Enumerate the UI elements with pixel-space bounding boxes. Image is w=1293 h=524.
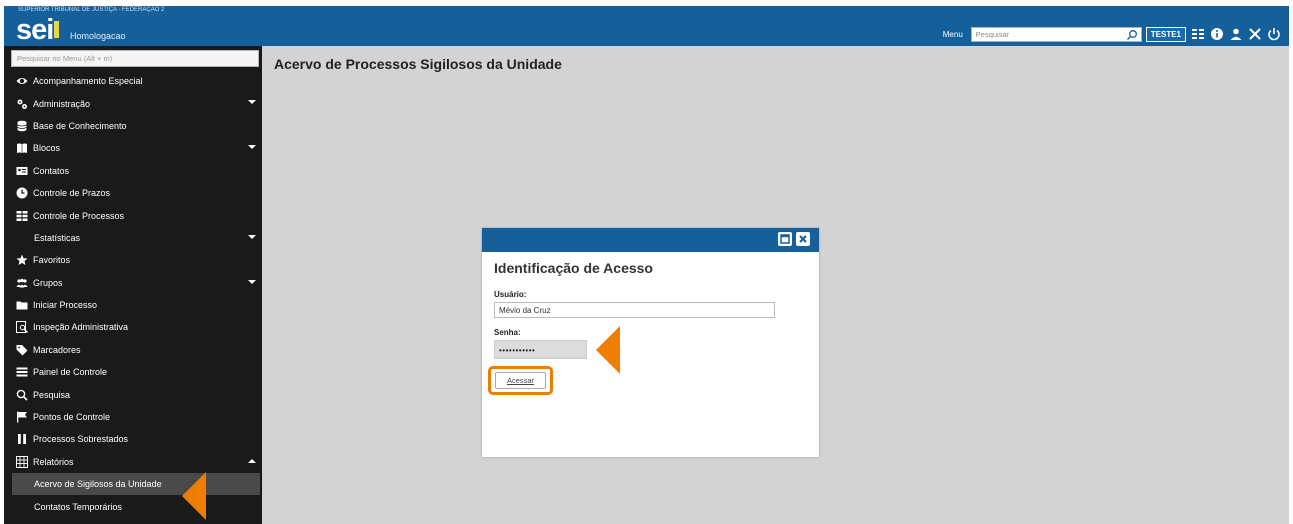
books-icon: [16, 142, 28, 154]
org-name: SUPERIOR TRIBUNAL DE JUSTIÇA - FEDERAÇÃO…: [18, 7, 165, 13]
search-icon: [16, 389, 28, 401]
sidebar-item-acervo-de-sigilosos-da-unidade[interactable]: Acervo de Sigilosos da Unidade: [12, 473, 260, 496]
submit-button[interactable]: Acessar: [495, 372, 546, 389]
sidebar-item-label: Controle de Prazos: [33, 188, 111, 199]
users-icon: [16, 277, 28, 289]
dialog-title: Identificação de Acesso: [494, 260, 653, 276]
chevron-down-icon[interactable]: [248, 279, 256, 284]
sidebar-item-administracao[interactable]: Administração: [4, 92, 262, 114]
sidebar-item-label: Painel de Controle: [33, 367, 108, 378]
chevron-up-icon[interactable]: [248, 458, 256, 463]
eye-icon: [16, 75, 28, 87]
sidebar-item-label: Iniciar Processo: [33, 300, 98, 311]
sidebar-item-label: Administração: [33, 98, 91, 109]
sidebar-item-relatorios[interactable]: Relatórios: [4, 451, 262, 473]
sidebar-item-contatos[interactable]: Contatos: [4, 160, 262, 182]
password-field[interactable]: •••••••••••: [494, 340, 587, 359]
sidebar-item-base-de-conhecimento[interactable]: Base de Conhecimento: [4, 115, 262, 137]
sidebar-item-controle-de-processos[interactable]: Controle de Processos: [4, 204, 262, 226]
info-icon[interactable]: [1210, 27, 1224, 41]
user-field[interactable]: Mévio da Cruz: [494, 302, 775, 318]
header-tools: Menu Pesquisar TESTE1: [943, 26, 1281, 42]
search-placeholder: Pesquisar: [975, 29, 1010, 39]
flag-icon: [16, 411, 28, 423]
menu-search-input[interactable]: Pesquisar no Menu (Alt + m): [11, 50, 259, 67]
gears-icon: [16, 98, 28, 110]
sidebar-item-label: Controle de Processos: [33, 210, 125, 221]
sidebar-item-acompanhamento-especial[interactable]: Acompanhamento Especial: [4, 70, 262, 92]
sidebar-item-favoritos[interactable]: Favoritos: [4, 249, 262, 271]
sidebar: Pesquisar no Menu (Alt + m) Acompanhamen…: [4, 46, 262, 524]
inspect-icon: [16, 321, 28, 334]
sidebar-item-processos-sobrestados[interactable]: Processos Sobrestados: [4, 428, 262, 450]
sei-logo[interactable]: sei: [16, 16, 60, 45]
table-icon: [16, 455, 28, 468]
sidebar-item-painel-de-controle[interactable]: Painel de Controle: [4, 361, 262, 383]
sidebar-item-label: Contatos Temporários: [34, 501, 122, 512]
top-header: SUPERIOR TRIBUNAL DE JUSTIÇA - FEDERAÇÃO…: [4, 6, 1289, 46]
sidebar-item-marcadores[interactable]: Marcadores: [4, 339, 262, 361]
sidebar-item-controle-de-prazos[interactable]: Controle de Prazos: [4, 182, 262, 204]
contact-card-icon: [16, 165, 28, 177]
pointer-arrow-password: [596, 326, 620, 374]
sidebar-item-label: Processos Sobrestados: [33, 434, 129, 445]
sidebar-item-blocos[interactable]: Blocos: [4, 137, 262, 159]
sidebar-item-label: Inspeção Administrativa: [33, 322, 129, 333]
sidebar-item-label: Acompanhamento Especial: [33, 76, 143, 87]
dialog-titlebar: [482, 228, 819, 252]
sidebar-item-label: Contatos: [33, 165, 70, 176]
star-icon: [16, 254, 28, 266]
chevron-down-icon[interactable]: [248, 234, 256, 239]
password-label: Senha:: [494, 328, 521, 337]
sidebar-item-label: Pontos de Controle: [33, 412, 111, 423]
sidebar-item-label: Relatórios: [33, 456, 74, 467]
folder-icon: [16, 299, 28, 311]
pointer-arrow-menu: [182, 472, 206, 520]
search-input[interactable]: Pesquisar: [970, 26, 1142, 42]
power-icon[interactable]: [1267, 27, 1281, 41]
environment-label: Homologacao: [70, 31, 126, 41]
pause-icon: [16, 433, 28, 445]
sidebar-item-label: Grupos: [33, 277, 63, 288]
tag-icon: [16, 344, 28, 356]
grid-view-icon[interactable]: [1191, 27, 1205, 41]
user-label: Usuário:: [494, 290, 527, 299]
menu-toggle[interactable]: Menu: [943, 30, 963, 39]
page-title: Acervo de Processos Sigilosos da Unidade: [274, 56, 562, 72]
sidebar-item-pesquisa[interactable]: Pesquisa: [4, 383, 262, 405]
sidebar-item-label: Pesquisa: [33, 389, 71, 400]
tools-icon[interactable]: [1248, 27, 1262, 41]
sidebar-item-label: Acervo de Sigilosos da Unidade: [34, 479, 162, 490]
access-dialog: Identificação de Acesso Usuário: Mévio d…: [482, 228, 819, 457]
sidebar-item-inspecao-administrativa[interactable]: Inspeção Administrativa: [4, 316, 262, 338]
sidebar-item-label: Favoritos: [33, 255, 71, 266]
sidebar-item-label: Base de Conhecimento: [33, 120, 127, 131]
sidebar-menu: Acompanhamento Especial Administração Base…: [4, 70, 262, 518]
grid-icon: [16, 210, 28, 222]
user-icon[interactable]: [1229, 27, 1243, 41]
database-icon: [16, 120, 28, 132]
user-unit-badge[interactable]: TESTE1: [1145, 26, 1186, 42]
sidebar-item-pontos-de-controle[interactable]: Pontos de Controle: [4, 406, 262, 428]
panel-icon: [16, 366, 28, 378]
close-icon[interactable]: [796, 232, 810, 246]
sidebar-item-label: Blocos: [33, 143, 61, 154]
sidebar-item-label: Marcadores: [33, 344, 81, 355]
clock-icon: [16, 187, 28, 199]
sidebar-item-estatisticas[interactable]: Estatísticas: [4, 227, 262, 249]
chevron-down-icon[interactable]: [248, 145, 256, 150]
sidebar-item-contatos-temporarios[interactable]: Contatos Temporários: [4, 495, 262, 517]
chevron-down-icon[interactable]: [248, 100, 256, 105]
sidebar-item-label: Estatísticas: [34, 232, 81, 243]
sidebar-item-iniciar-processo[interactable]: Iniciar Processo: [4, 294, 262, 316]
search-icon[interactable]: [1126, 29, 1138, 41]
sidebar-item-grupos[interactable]: Grupos: [4, 272, 262, 294]
app-window: SUPERIOR TRIBUNAL DE JUSTIÇA - FEDERAÇÃO…: [4, 6, 1289, 524]
maximize-icon[interactable]: [778, 232, 792, 246]
